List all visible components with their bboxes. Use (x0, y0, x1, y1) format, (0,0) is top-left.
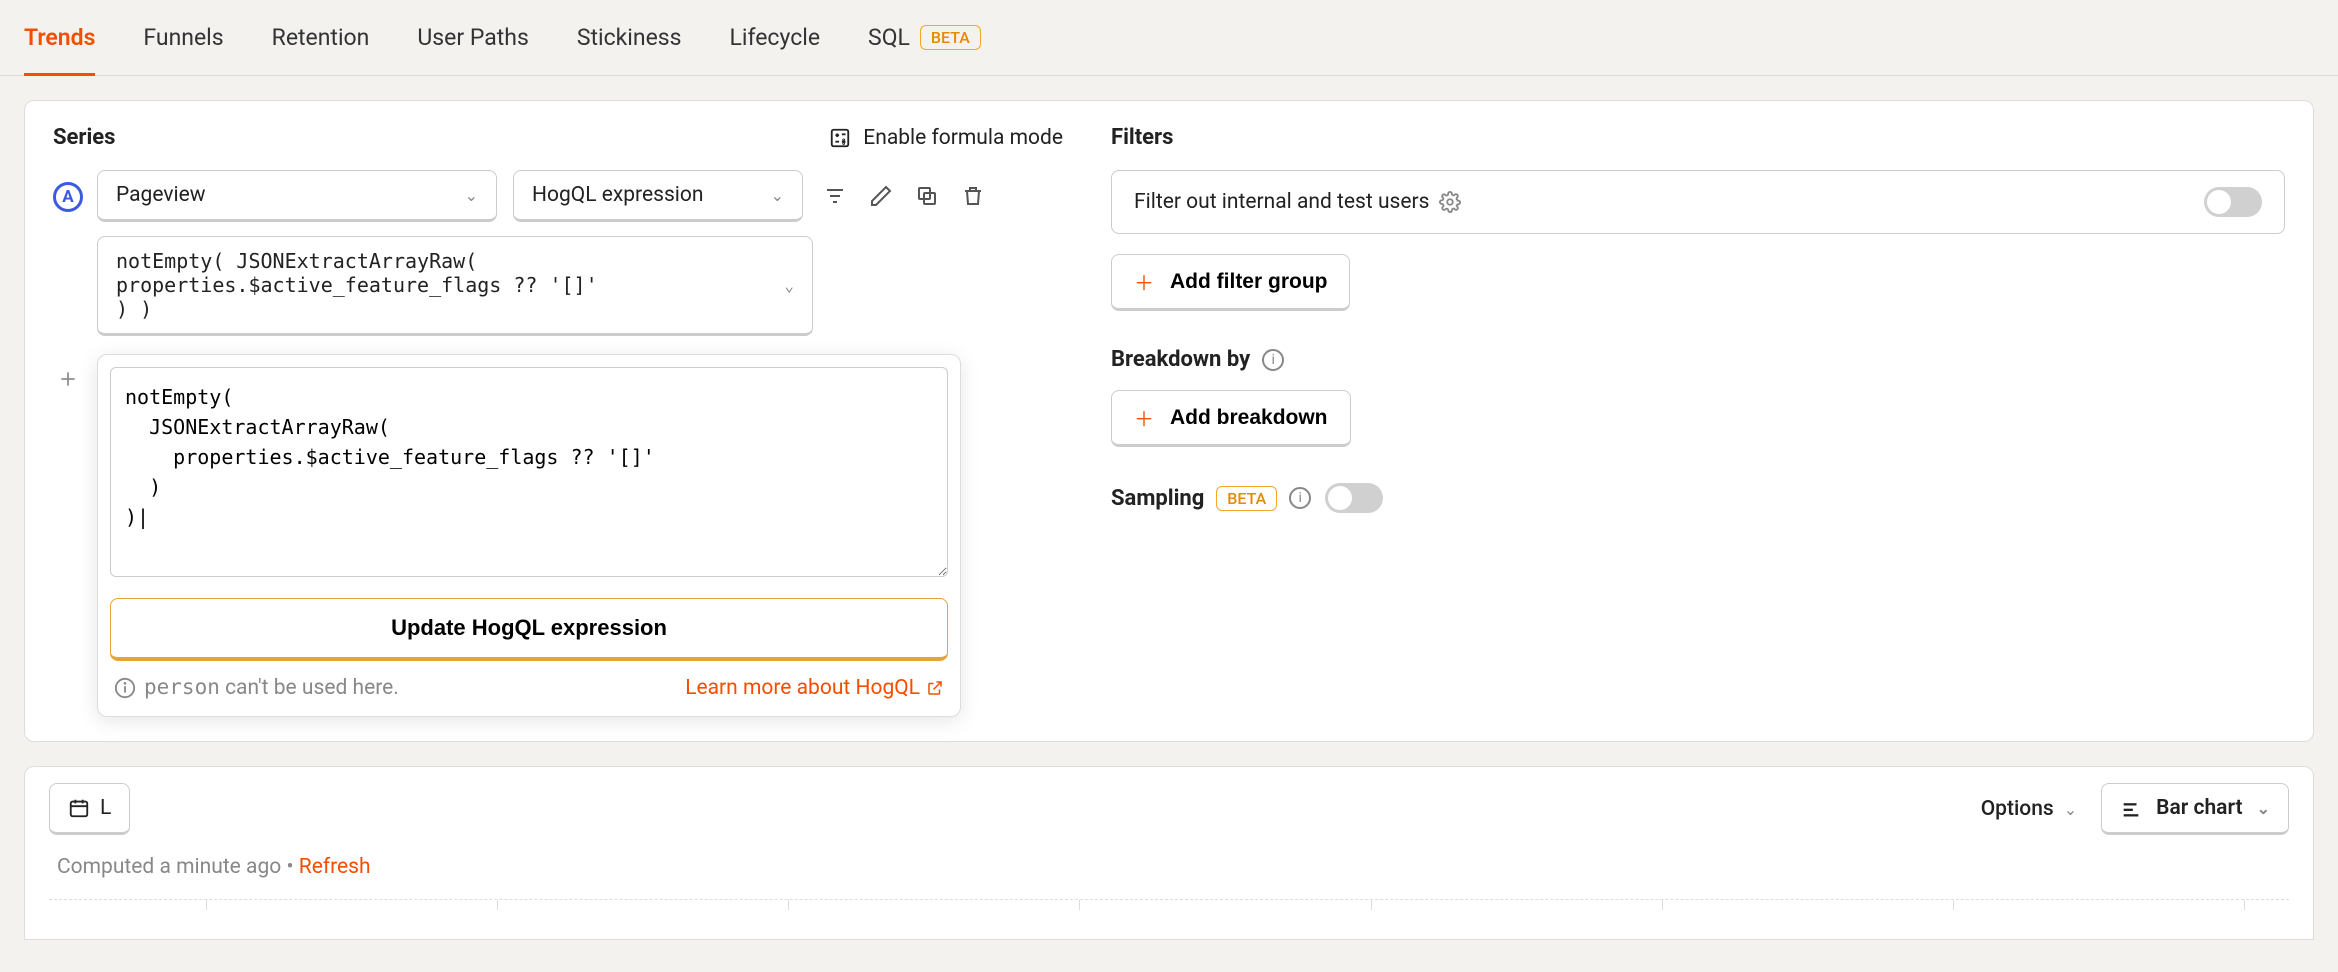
delete-icon-button[interactable] (957, 180, 989, 212)
tab-funnels[interactable]: Funnels (143, 0, 223, 75)
add-filter-group-label: Add filter group (1170, 270, 1327, 294)
copy-icon-button[interactable] (911, 180, 943, 212)
info-icon (114, 677, 136, 699)
plus-icon (58, 369, 78, 389)
plus-icon: ＋ (1134, 267, 1154, 296)
event-select[interactable]: Pageview ⌄ (97, 170, 497, 222)
filter-internal-users-label: Filter out internal and test users (1134, 190, 1429, 214)
chevron-down-icon: ⌄ (784, 276, 794, 295)
trash-icon (961, 184, 985, 208)
info-icon[interactable]: i (1262, 349, 1284, 371)
sampling-title: Sampling (1111, 486, 1204, 511)
learn-more-link[interactable]: Learn more about HogQL (685, 676, 944, 700)
bar-chart-icon (2120, 797, 2142, 819)
external-link-icon (926, 679, 944, 697)
calendar-icon (68, 797, 90, 819)
update-hogql-button[interactable]: Update HogQL expression (110, 598, 948, 661)
tab-sql-label: SQL (868, 24, 910, 51)
filter-internal-users-row: Filter out internal and test users (1111, 170, 2285, 234)
tab-stickiness[interactable]: Stickiness (577, 0, 682, 75)
math-select-value: HogQL expression (532, 183, 703, 207)
tab-sql[interactable]: SQL BETA (868, 0, 981, 75)
tab-trends[interactable]: Trends (24, 0, 95, 75)
chevron-down-icon: ⌄ (465, 186, 478, 205)
separator: • (281, 855, 299, 879)
add-filter-group-button[interactable]: ＋ Add filter group (1111, 254, 1350, 311)
enable-formula-button[interactable]: Enable formula mode (829, 126, 1063, 150)
pencil-icon (869, 184, 893, 208)
chart-card: L Options ⌄ Bar chart ⌄ Computed a minut… (24, 766, 2314, 940)
copy-icon (915, 184, 939, 208)
chevron-down-icon: ⌄ (2257, 799, 2270, 818)
series-panel: Series Enable formula mode A (53, 125, 1063, 717)
refresh-button[interactable]: Refresh (299, 855, 371, 879)
enable-formula-label: Enable formula mode (863, 126, 1063, 150)
chart-type-label: Bar chart (2156, 796, 2242, 820)
info-icon[interactable]: i (1289, 487, 1311, 509)
beta-badge: BETA (920, 25, 981, 50)
insight-type-tabs: Trends Funnels Retention User Paths Stic… (0, 0, 2338, 76)
filters-panel: Filters Filter out internal and test use… (1111, 125, 2285, 717)
add-breakdown-label: Add breakdown (1170, 406, 1328, 430)
footer-warning-code: person (144, 675, 220, 699)
plus-icon: ＋ (1134, 403, 1154, 432)
computed-text: Computed a minute ago (57, 855, 281, 879)
math-select[interactable]: HogQL expression ⌄ (513, 170, 803, 222)
event-select-value: Pageview (116, 183, 206, 207)
chart-type-select[interactable]: Bar chart ⌄ (2101, 783, 2289, 835)
hogql-editor-popup: Update HogQL expression person can't be … (97, 354, 961, 717)
filter-internal-users-toggle[interactable] (2204, 187, 2262, 217)
filters-title: Filters (1111, 125, 2285, 150)
filter-icon (823, 184, 847, 208)
beta-badge: BETA (1216, 486, 1277, 511)
chart-area (49, 899, 2289, 939)
options-button[interactable]: Options ⌄ (1981, 797, 2077, 821)
series-title: Series (53, 125, 116, 150)
add-series-button[interactable] (53, 364, 83, 394)
filter-icon-button[interactable] (819, 180, 851, 212)
add-breakdown-button[interactable]: ＋ Add breakdown (1111, 390, 1351, 447)
tab-retention[interactable]: Retention (272, 0, 370, 75)
chevron-down-icon: ⌄ (2064, 800, 2077, 819)
breakdown-title: Breakdown by (1111, 347, 1250, 372)
series-letter-badge: A (53, 182, 83, 212)
footer-warning-text: can't be used here. (220, 676, 399, 700)
chevron-down-icon: ⌄ (771, 186, 784, 205)
editor-footer-warning: person can't be used here. (114, 675, 399, 700)
formula-icon (829, 127, 851, 149)
date-range-value: L (100, 796, 111, 820)
tab-lifecycle[interactable]: Lifecycle (730, 0, 821, 75)
date-range-select[interactable]: L (49, 783, 130, 835)
hogql-editor-input[interactable] (110, 367, 948, 577)
series-row-a: A Pageview ⌄ HogQL expression ⌄ (53, 170, 1063, 336)
gear-icon[interactable] (1439, 191, 1461, 213)
options-label: Options (1981, 797, 2054, 821)
query-config-card: Series Enable formula mode A (24, 100, 2314, 742)
learn-more-label: Learn more about HogQL (685, 676, 920, 700)
computed-status: Computed a minute ago • Refresh (49, 835, 2289, 879)
edit-icon-button[interactable] (865, 180, 897, 212)
hogql-preview-text: notEmpty( JSONExtractArrayRaw( propertie… (116, 249, 598, 321)
hogql-expression-preview[interactable]: notEmpty( JSONExtractArrayRaw( propertie… (97, 236, 813, 336)
sampling-toggle[interactable] (1325, 483, 1383, 513)
tab-user-paths[interactable]: User Paths (417, 0, 528, 75)
